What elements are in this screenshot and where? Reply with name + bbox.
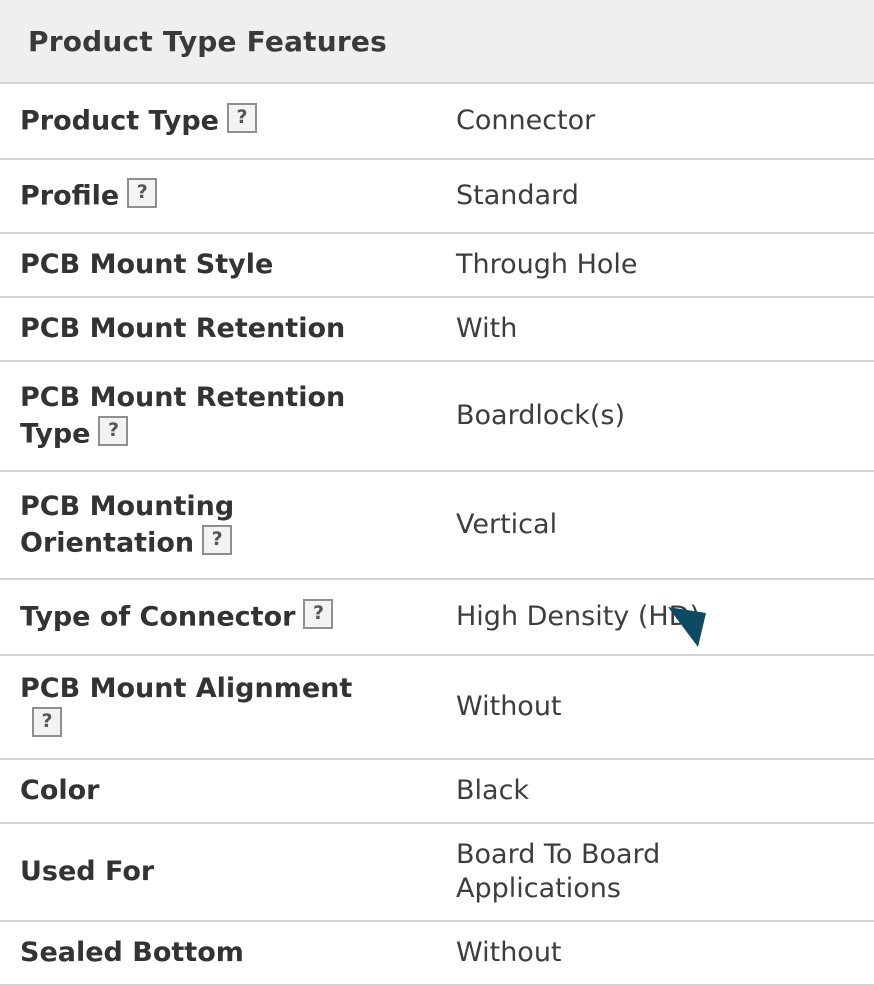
feature-label-text: Used For [20,856,155,887]
table-row-color: Color Black [0,760,874,824]
feature-label-text: PCB Mount Style [20,249,274,280]
feature-label-text: PCB Mount Retention Type [20,381,346,450]
table-row-pcb-mount-style: PCB Mount Style Through Hole [0,234,874,298]
feature-label-text: Profile [20,180,120,212]
feature-label: Used For [0,854,436,890]
feature-label: PCB Mount Style [0,247,436,283]
feature-label-text: Type of Connector [20,601,296,633]
feature-value: Through Hole [456,249,638,280]
table-row-pcb-mount-alignment: PCB Mount Alignment? Without [0,656,874,760]
feature-label: Type of Connector? [0,598,436,636]
panel-title: Product Type Features [28,24,387,58]
feature-value: Without [456,937,562,968]
feature-value: Standard [456,180,579,211]
feature-label-text: PCB Mount Retention [20,313,346,344]
feature-value: With [456,313,518,344]
feature-label: Color [0,773,436,809]
table-row-pcb-mount-retention: PCB Mount Retention With [0,298,874,362]
question-mark-help-icon[interactable]: ? [127,177,158,208]
product-type-features-panel: Product Type Features Product Type? Conn… [0,0,874,986]
feature-label-text: Color [20,775,100,806]
feature-label: PCB Mount Retention [0,311,436,347]
panel-header: Product Type Features [0,0,874,84]
table-row-pcb-mount-retention-type: PCB Mount Retention Type? Boardlock(s) [0,362,874,472]
feature-value: Black [456,775,530,806]
feature-label-text: Product Type [20,105,219,137]
question-mark-help-icon[interactable]: ? [98,415,129,446]
feature-label: PCB Mounting Orientation? [0,489,436,562]
table-row-type-of-connector: Type of Connector? High Density (HD) [0,580,874,656]
feature-value: Connector [456,105,596,136]
question-mark-help-icon[interactable]: ? [32,706,62,737]
feature-value: Vertical [456,509,558,540]
feature-value: Without [456,691,562,722]
feature-label-text: Sealed Bottom [20,937,244,968]
feature-value: High Density (HD) [456,601,701,632]
feature-label: Sealed Bottom [0,935,436,971]
features-table: Product Type? Connector Profile? Standar… [0,84,874,986]
feature-label: PCB Mount Retention Type? [0,380,436,453]
feature-label: Product Type? [0,102,436,140]
feature-value: Board To Board Applications [456,839,661,904]
table-row-sealed-bottom: Sealed Bottom Without [0,922,874,986]
table-row-profile: Profile? Standard [0,160,874,234]
table-row-used-for: Used For Board To Board Applications [0,824,874,922]
question-mark-help-icon[interactable]: ? [303,598,334,629]
table-row-pcb-mounting-orientation: PCB Mounting Orientation? Vertical [0,472,874,580]
feature-label: Profile? [0,177,436,215]
question-mark-help-icon[interactable]: ? [202,524,233,555]
table-row-product-type: Product Type? Connector [0,84,874,160]
question-mark-help-icon[interactable]: ? [226,102,257,133]
feature-label: PCB Mount Alignment? [0,671,436,744]
feature-value: Boardlock(s) [456,400,625,431]
feature-label-text: PCB Mount Alignment [20,672,353,704]
